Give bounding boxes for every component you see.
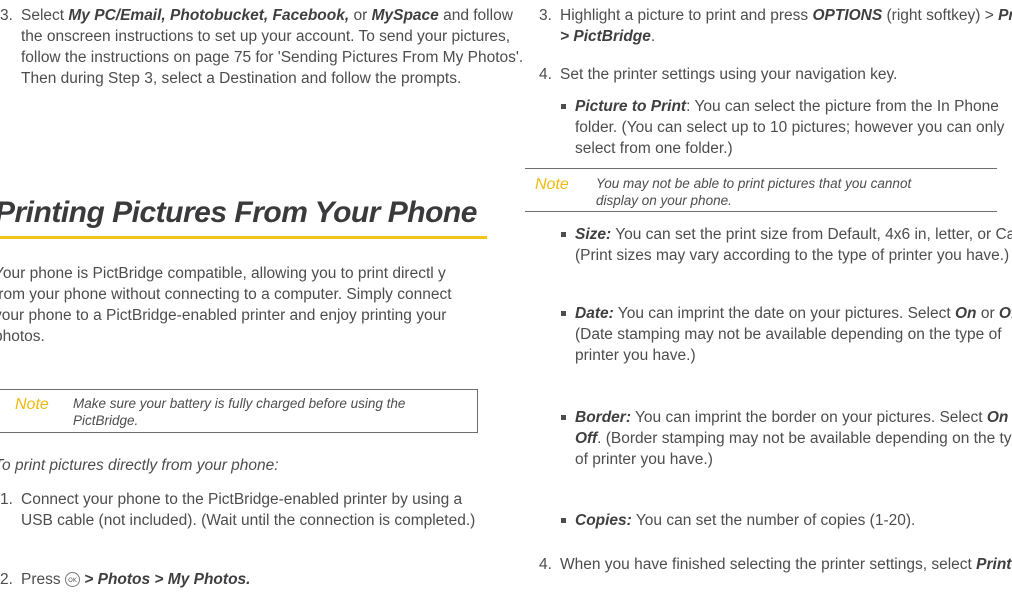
options-softkey: OPTIONS	[812, 7, 883, 24]
step-text: (right softkey) >	[882, 7, 999, 24]
step-text: When you have finished selecting the pri…	[560, 556, 977, 573]
bullet-text: You can set the number of copies (1-20).	[631, 512, 916, 529]
bullet-label: Date:	[575, 305, 614, 322]
step-4-set-printer: 4. Set the printer settings using your n…	[525, 64, 1012, 85]
step-number: 1.	[0, 491, 13, 508]
menu-ok-key-icon: OK	[64, 572, 80, 588]
print-option: Print	[976, 556, 1012, 573]
option-sites: My PC/Email, Photobucket, Facebook,	[68, 7, 350, 24]
step-text: Select	[21, 7, 69, 24]
step-number: 4.	[539, 66, 552, 83]
bullet-label: Picture to Print	[575, 98, 687, 115]
bullet-text: or	[1008, 409, 1012, 426]
step-1-connect: 1. Connect your phone to the PictBridge-…	[0, 489, 491, 531]
bullet-label: Border:	[575, 409, 631, 426]
step-number: 2.	[0, 571, 13, 588]
menu-path: > Photos > My Photos.	[79, 571, 251, 588]
bullet-copies: Copies: You can set the number of copies…	[543, 510, 1012, 531]
intro-paragraph: Your phone is PictBridge compatible, all…	[0, 265, 452, 345]
step-3-select-destination: 3. Select My PC/Email, Photobucket, Face…	[0, 5, 526, 89]
option-on: On	[986, 409, 1009, 426]
bullet-text: You can imprint the border on your pictu…	[630, 409, 987, 426]
step-number: 3.	[539, 7, 552, 24]
step-text: Highlight a picture to print and press	[560, 7, 813, 24]
bullet-picture-to-print: Picture to Print: You can select the pic…	[543, 96, 1012, 159]
option-off: Off	[575, 430, 598, 447]
option-myspace: MySpace	[371, 7, 439, 24]
step-text: Press	[21, 571, 65, 588]
bullet-label: Size:	[575, 226, 612, 243]
bullet-size: Size: You can set the print size from De…	[543, 224, 1012, 266]
procedure-title: To print pictures directly from your pho…	[0, 457, 279, 474]
option-on: On	[954, 305, 977, 322]
bullet-border: Border: You can imprint the border on yo…	[543, 407, 1012, 470]
bullet-label: Copies:	[575, 512, 632, 529]
note-text: Make sure your battery is fully charged …	[73, 396, 406, 428]
bullet-text: . (Border stamping may not be available …	[575, 430, 1012, 468]
step-number: 3.	[0, 7, 13, 24]
option-off: Off	[998, 305, 1012, 322]
section-heading-block: Printing Pictures From Your Phone	[0, 196, 487, 239]
bullet-date: Date: You can imprint the date on your p…	[543, 303, 1012, 366]
note-label: Note	[15, 396, 49, 413]
step-4-finish: 4. When you have finished selecting the …	[525, 554, 1012, 575]
heading-rule	[0, 236, 487, 239]
note-text: You may not be able to print pictures th…	[596, 176, 912, 208]
bullet-text: or	[976, 305, 999, 322]
bullet-text: You can imprint the date on your picture…	[613, 305, 955, 322]
step-text: Connect your phone to the PictBridge-ena…	[21, 491, 476, 529]
step-number: 4.	[539, 556, 552, 573]
note-label: Note	[535, 176, 569, 193]
step-text: or	[349, 7, 372, 24]
note-box-display: Note You may not be able to print pictur…	[525, 168, 997, 212]
note-box-battery: Note Make sure your battery is fully cha…	[0, 389, 478, 433]
section-heading: Printing Pictures From Your Phone	[0, 196, 477, 229]
bullet-text: You can set the print size from Default,…	[575, 226, 1012, 264]
step-text: .	[650, 28, 656, 45]
step-text: Set the printer settings using your navi…	[560, 66, 898, 83]
step-2-press: 2. Press OK > Photos > My Photos.	[0, 569, 491, 590]
step-3-highlight: 3. Highlight a picture to print and pres…	[525, 5, 1012, 47]
